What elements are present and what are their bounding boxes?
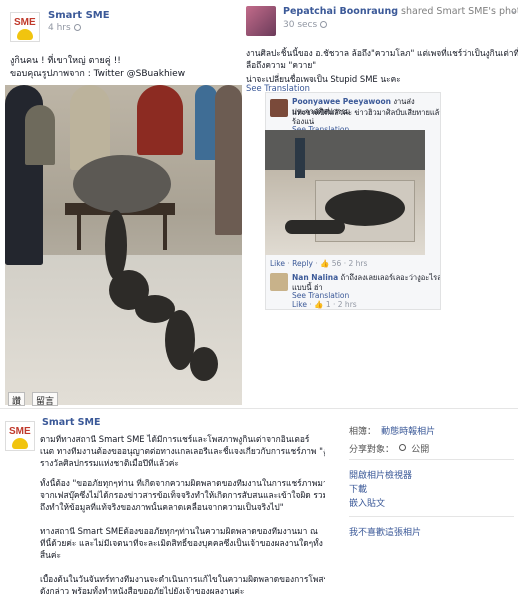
thumbs-up-icon: 👍 xyxy=(320,259,330,268)
download-link[interactable]: 下載 xyxy=(349,482,514,496)
turtle-shell xyxy=(73,155,171,213)
table-leg xyxy=(77,210,81,250)
post-photo[interactable] xyxy=(5,85,242,405)
commenter2-avatar[interactable] xyxy=(270,273,288,291)
post-caption-line2: ขอบคุณรูปภาพจาก : Twitter @SBuakhiew xyxy=(10,69,186,79)
comment2-like[interactable]: Like xyxy=(292,300,307,309)
paragraph2-line3: ถึงทำให้ข้อมูลที่แท้จริงของภาพนั้นคลาดเค… xyxy=(40,502,284,512)
like-count: 56 xyxy=(331,259,342,268)
embed-post-link[interactable]: 嵌入貼文 xyxy=(349,496,514,510)
paragraph4-line1: เบื้องต้นในวันจันทร์ทางทีมงานจะดำเนินการ… xyxy=(40,574,325,584)
share-label: 分享對象： xyxy=(349,445,395,455)
logo-text: SME xyxy=(9,426,31,437)
user-name[interactable]: Pepatchai Boonraung xyxy=(283,6,398,17)
dislike-photo-link[interactable]: 我不喜歡這張相片 xyxy=(349,525,514,539)
comment1-text2: แห่งชาติปีที่แล้วค่ะ ข่าวฮิวมาศิลป์บเสีย… xyxy=(292,108,440,117)
smart-sme-logo[interactable]: SME xyxy=(10,12,40,42)
comment2-text1: ถ้าถึงลงเลยเลอร์เลอะว่างูอะไรลาย xyxy=(340,273,440,282)
share-body-line2: ลือถึงความ "ควาย" xyxy=(246,60,317,70)
photo-actions: Like · Reply · 👍 56 · 2 hrs xyxy=(270,259,368,268)
sidebar-links: 開啟相片檢視器 下載 嵌入貼文 xyxy=(349,459,514,510)
thumbs-up-icon: 👍 xyxy=(314,300,324,309)
album-label: 相簿： xyxy=(349,427,377,437)
left-post: SME Smart SME 4 hrs งูกินคน ! ที่เขาใหญ่… xyxy=(0,0,243,408)
globe-icon xyxy=(320,21,328,28)
post-time: 4 hrs xyxy=(48,23,81,33)
photo-tag-like[interactable]: 讚 xyxy=(8,392,26,407)
share-time: 30 secs xyxy=(283,20,328,30)
paragraph3-line3: สิ้นค่ะ xyxy=(40,550,61,560)
paragraph1-line1: ตามที่ทางสถานี Smart SME ได้มีการแชร์และ… xyxy=(40,434,310,444)
comment2-like-count: 1 xyxy=(325,300,331,309)
share-value: 公開 xyxy=(411,445,430,455)
globe-icon xyxy=(399,444,407,451)
person-squat xyxy=(25,105,55,165)
comment2-name[interactable]: Nan Nalina xyxy=(292,273,338,282)
person-blue xyxy=(195,85,217,160)
bottom-post: SME Smart SME ตามที่ทางสถานี Smart SME ไ… xyxy=(0,408,518,600)
share-header: Pepatchai Boonraung shared Smart SME's p… xyxy=(283,6,518,17)
logo-text: SME xyxy=(14,17,36,28)
person-legs xyxy=(295,138,305,178)
shared-text: shared Smart SME's photo. xyxy=(401,6,518,17)
page-name[interactable]: Smart SME xyxy=(48,10,110,21)
post-time-text: 4 hrs xyxy=(48,23,71,33)
bottom-page-name[interactable]: Smart SME xyxy=(42,417,100,428)
photo-sidebar: 相簿： 動態時報相片 分享對象： 公開 開啟相片檢視器 下載 嵌入貼文 我不喜歡… xyxy=(349,419,514,539)
sidebar-report: 我不喜歡這張相片 xyxy=(349,516,514,539)
comment2-time: 2 hrs xyxy=(337,300,357,309)
comment1-name[interactable]: Poonyawee Peeyawoon xyxy=(292,97,391,106)
sculpture-snake xyxy=(285,220,345,234)
logo-face-icon xyxy=(12,438,28,449)
chevron-down-icon[interactable]: ⌄ xyxy=(510,6,518,16)
commenter-avatar[interactable] xyxy=(270,99,288,117)
logo-face-icon xyxy=(17,29,33,40)
open-photo-viewer-link[interactable]: 開啟相片檢視器 xyxy=(349,468,514,482)
paragraph2-line1: ทั้งนี้ต้อง "ขออภัยทุกๆท่าน ที่เกิดจากคว… xyxy=(40,478,325,488)
photo-tag-comment[interactable]: 留言 xyxy=(32,392,59,407)
post-caption-line1: งูกินคน ! ที่เขาใหญ่ ตายคู่ !! xyxy=(10,56,121,66)
album-link[interactable]: 動態時報相片 xyxy=(381,427,435,437)
comment2-see-translation[interactable]: See Translation xyxy=(292,291,349,300)
paragraph3-line2: ที่นี้ด้วยค่ะ และไม่มีเจตนาที่จะละเมิดสิ… xyxy=(40,538,323,548)
comment-photo[interactable] xyxy=(265,130,425,255)
like-link[interactable]: Like xyxy=(270,259,285,268)
reply-time: 2 hrs xyxy=(348,259,368,268)
snake-head xyxy=(190,347,218,381)
share-time-text: 30 secs xyxy=(283,20,318,30)
paragraph3-line1: ทางสถานี Smart SMEต้องขออภัยทุกๆท่านในคว… xyxy=(40,526,318,536)
share-row: 分享對象： 公開 xyxy=(349,437,514,455)
paragraph2-line2: จากเฟสบุ๊คซึ่งไม่ได้กรองข่าวสารข้อเท็จจร… xyxy=(40,490,325,500)
paragraph1-line3: รางวัลศิลปกรรมแห่งชาติเมื่อปีที่แล้วค่ะ xyxy=(40,458,179,468)
person-right xyxy=(215,85,242,235)
table-leg xyxy=(163,210,167,250)
comment2-actions: Like · 👍 1 · 2 hrs xyxy=(292,300,357,309)
photo-background xyxy=(265,130,425,170)
user-avatar[interactable] xyxy=(246,6,276,36)
reply-link[interactable]: Reply xyxy=(292,259,313,268)
paragraph4-line2: ดังกล่าว พร้อมทั้งทำหนังสือขออภัยไปยังเจ… xyxy=(40,586,245,596)
paragraph1-line2: เนต ทางทีมงานต้องขออนุญาตต่อทางแกลเลอรีแ… xyxy=(40,446,325,456)
album-row: 相簿： 動態時報相片 xyxy=(349,419,514,437)
globe-icon xyxy=(73,24,81,31)
person-red xyxy=(137,85,183,155)
smart-sme-logo-small[interactable]: SME xyxy=(5,421,35,451)
